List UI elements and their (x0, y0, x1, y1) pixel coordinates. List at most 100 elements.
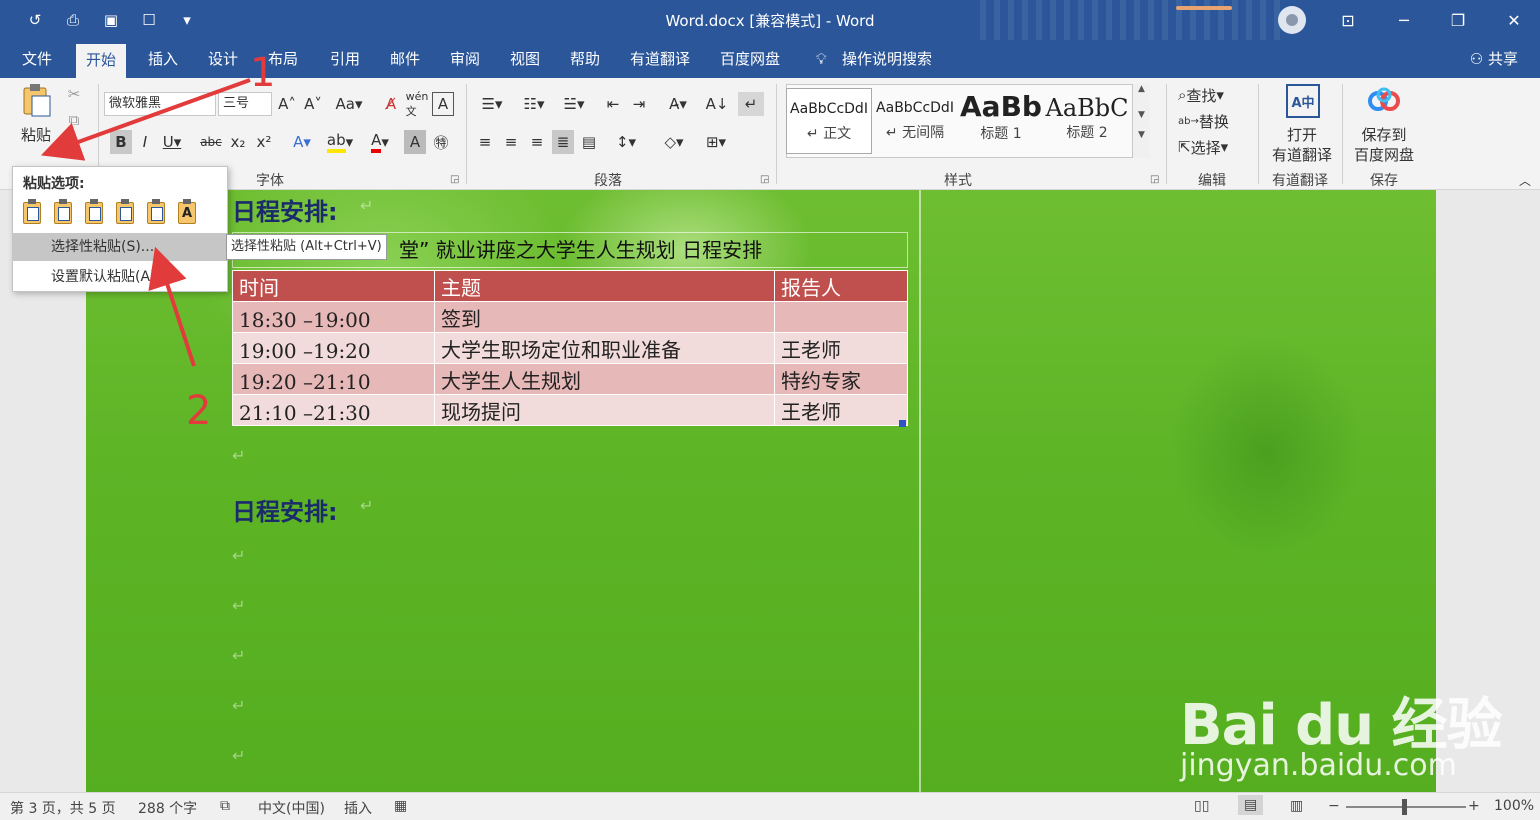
tab-view[interactable]: 视图 (500, 40, 550, 78)
table-cell[interactable]: 21:10 –21:30 (232, 394, 435, 426)
zoom-slider-thumb[interactable] (1402, 799, 1407, 815)
style-normal[interactable]: AaBbCcDdI ↵ 正文 (786, 88, 872, 154)
use-destination-styles-icon[interactable] (52, 199, 76, 227)
align-center-icon[interactable]: ≡ (500, 130, 522, 154)
subscript-icon[interactable]: x₂ (228, 130, 248, 154)
font-color-icon[interactable]: A ▾ (362, 130, 398, 154)
ribbon-display-icon[interactable]: ⊡ (1322, 0, 1374, 40)
tab-baidu-pan[interactable]: 百度网盘 (710, 40, 790, 78)
superscript-icon[interactable]: x² (254, 130, 274, 154)
web-layout-icon[interactable]: ▥ (1290, 798, 1303, 814)
baidu-label-1[interactable]: 保存到 (1346, 124, 1422, 144)
distributed-icon[interactable]: ▤ (578, 130, 600, 154)
paste-clipboard-icon[interactable] (16, 82, 56, 118)
page-count[interactable]: 第 3 页，共 5 页 (10, 798, 116, 818)
macro-icon[interactable]: ▦ (394, 798, 407, 814)
table-cell[interactable]: 18:30 –19:00 (232, 301, 435, 333)
tab-review[interactable]: 审阅 (440, 40, 490, 78)
table-cell[interactable]: 现场提问 (434, 394, 775, 426)
sort-icon[interactable]: A↓ (706, 92, 729, 116)
tab-references[interactable]: 引用 (320, 40, 370, 78)
youdao-label-1[interactable]: 打开 (1266, 124, 1338, 144)
link-destination-styles-icon[interactable] (114, 199, 138, 227)
table-cell[interactable]: 大学生职场定位和职业准备 (434, 332, 775, 364)
tell-me-search[interactable]: 操作说明搜索 (832, 40, 942, 78)
show-marks-icon[interactable]: ↵ (738, 92, 764, 116)
char-shading-icon[interactable]: A (404, 130, 426, 154)
enclose-char-icon[interactable]: ㊕ (430, 130, 452, 154)
tab-file[interactable]: 文件 (12, 40, 62, 78)
shading-icon[interactable]: ◇▾ (656, 130, 692, 154)
replace-button[interactable]: ab→ 替换 (1178, 110, 1248, 132)
proofing-icon[interactable]: ⧉ (220, 798, 230, 814)
youdao-translate-icon[interactable]: A中 (1286, 84, 1320, 118)
more-styles-icon[interactable]: ▼ (1133, 130, 1150, 140)
tab-youdao[interactable]: 有道翻译 (620, 40, 700, 78)
highlight-icon[interactable]: ab ▾ (322, 130, 358, 154)
style-heading-2[interactable]: AaBbC 标题 2 (1044, 88, 1130, 154)
paste-as-picture-icon[interactable] (145, 199, 169, 227)
borders-icon[interactable]: ⊞▾ (698, 130, 734, 154)
read-mode-icon[interactable]: ▯▯ (1194, 798, 1209, 814)
doc-heading-2[interactable]: 日程安排: (232, 492, 338, 527)
grow-font-icon[interactable]: A˄ (276, 92, 298, 116)
keep-text-only-icon[interactable]: A (176, 199, 200, 227)
table-cell[interactable]: 签到 (434, 301, 775, 333)
italic-icon[interactable]: I (136, 130, 154, 154)
scroll-down-icon[interactable]: ▼ (1133, 110, 1150, 120)
styles-dialog-launcher-icon[interactable]: ◲ (1150, 174, 1159, 185)
table-cell[interactable]: 王老师 (774, 332, 908, 364)
scroll-up-icon[interactable]: ▲ (1133, 84, 1150, 94)
styles-scroll[interactable]: ▲ ▼ ▼ (1132, 84, 1150, 158)
set-default-paste-item[interactable]: 设置默认粘贴(A)... (13, 263, 227, 291)
baidu-pan-icon[interactable] (1366, 86, 1402, 116)
bullets-icon[interactable]: ☰▾ (474, 92, 510, 116)
tab-insert[interactable]: 插入 (138, 40, 188, 78)
change-case-icon[interactable]: Aa▾ (332, 92, 366, 116)
strikethrough-icon[interactable]: abc (198, 130, 224, 154)
numbering-icon[interactable]: ☷▾ (516, 92, 552, 116)
keep-source-formatting-icon[interactable] (21, 199, 45, 227)
language[interactable]: 中文(中国) (258, 798, 325, 818)
table-cell[interactable]: 大学生人生规划 (434, 363, 775, 395)
share-button[interactable]: ⚇ 共享 (1470, 40, 1518, 78)
copy-icon[interactable]: ⧉ (64, 110, 84, 130)
style-heading-1[interactable]: AaBb 标题 1 (958, 88, 1044, 154)
tab-home[interactable]: 开始 (76, 44, 127, 78)
char-border-icon[interactable]: A (432, 92, 454, 116)
schedule-table[interactable]: 时间 主题 报告人 18:30 –19:00 签到 19:00 –19:20 大… (232, 270, 908, 426)
justify-icon[interactable]: ≣ (552, 130, 574, 154)
line-spacing-icon[interactable]: ↕▾ (608, 130, 644, 154)
font-dialog-launcher-icon[interactable]: ◲ (450, 174, 459, 185)
minimize-icon[interactable]: ─ (1378, 0, 1430, 40)
tab-help[interactable]: 帮助 (560, 40, 610, 78)
link-keep-source-icon[interactable] (83, 199, 107, 227)
table-header-cell[interactable]: 主题 (434, 270, 775, 302)
multilevel-list-icon[interactable]: ☱▾ (556, 92, 592, 116)
baidu-label-2[interactable]: 百度网盘 (1346, 144, 1422, 164)
underline-icon[interactable]: U▾ (158, 130, 186, 154)
account-avatar[interactable] (1278, 6, 1306, 34)
chinese-layout-icon[interactable]: A̵▾ (660, 92, 696, 116)
close-icon[interactable]: ✕ (1488, 0, 1540, 40)
zoom-out-icon[interactable]: − (1328, 798, 1340, 814)
align-left-icon[interactable]: ≡ (474, 130, 496, 154)
table-header-cell[interactable]: 时间 (232, 270, 435, 302)
restore-icon[interactable]: ❐ (1432, 0, 1484, 40)
table-header-cell[interactable]: 报告人 (774, 270, 908, 302)
table-cell[interactable]: 19:00 –19:20 (232, 332, 435, 364)
tab-mailings[interactable]: 邮件 (380, 40, 430, 78)
paragraph-dialog-launcher-icon[interactable]: ◲ (760, 174, 769, 185)
doc-heading-1[interactable]: 日程安排: (232, 192, 338, 227)
shrink-font-icon[interactable]: A˅ (302, 92, 324, 116)
table-cell[interactable]: 王老师 (774, 394, 908, 426)
table-cell[interactable]: 特约专家 (774, 363, 908, 395)
clear-format-icon[interactable]: A̸ (380, 92, 402, 116)
style-no-spacing[interactable]: AaBbCcDdI ↵ 无间隔 (872, 88, 958, 154)
zoom-in-icon[interactable]: + (1468, 798, 1480, 814)
increase-indent-icon[interactable]: ⇥ (628, 92, 650, 116)
select-button[interactable]: ⇱ 选择 ▾ (1178, 136, 1248, 158)
tab-design[interactable]: 设计 (198, 40, 248, 78)
decrease-indent-icon[interactable]: ⇤ (602, 92, 624, 116)
paste-label[interactable]: 粘贴 (18, 124, 54, 144)
